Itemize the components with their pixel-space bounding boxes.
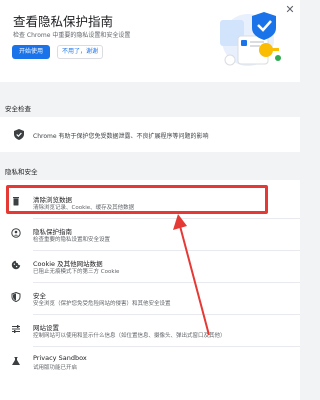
cookie-icon: [11, 260, 21, 270]
no-thanks-button[interactable]: 不用了，谢谢: [57, 45, 103, 59]
row-subtitle: 检查重要的隐私设置和安全设置: [33, 237, 111, 243]
privacy-sandbox-row[interactable]: Privacy Sandbox 试用版功能已开启: [0, 348, 300, 378]
privacy-guide-illustration-icon: [220, 12, 281, 66]
row-title: Privacy Sandbox: [33, 354, 87, 362]
shield-check-icon: [14, 129, 24, 140]
shield-icon: [11, 292, 21, 302]
privacy-guide-icon: [11, 228, 21, 238]
row-subtitle: 安全浏览（保护您免受危险网站的侵害）和其他安全设置: [33, 301, 171, 307]
privacy-security-header: 隐私和安全: [5, 168, 38, 176]
privacy-guide-row[interactable]: 隐私保护指南 检查重要的隐私设置和安全设置: [0, 220, 300, 250]
security-row[interactable]: 安全 安全浏览（保护您免受危险网站的侵害）和其他安全设置: [0, 284, 300, 314]
annotation-highlight-box: [6, 185, 268, 214]
row-subtitle: 已阻止无痕模式下的第三方 Cookie: [33, 269, 120, 275]
divider: [33, 218, 300, 219]
safety-check-header: 安全检查: [5, 105, 31, 113]
site-settings-row[interactable]: 网站设置 控制网站可以使用和显示什么信息（如位置信息、摄像头、弹出式窗口及其他）: [0, 316, 300, 346]
divider: [33, 346, 300, 347]
row-subtitle: 控制网站可以使用和显示什么信息（如位置信息、摄像头、弹出式窗口及其他）: [33, 333, 226, 339]
divider: [33, 250, 300, 251]
divider: [33, 282, 300, 283]
cookies-row[interactable]: Cookie 及其他网站数据 已阻止无痕模式下的第三方 Cookie: [0, 252, 300, 282]
flask-icon: [12, 357, 20, 365]
promo-title: 查看隐私保护指南: [13, 14, 114, 29]
promo-description: 检查 Chrome 中重要的隐私设置和安全设置: [13, 32, 131, 39]
row-subtitle: 试用版功能已开启: [33, 365, 78, 371]
privacy-guide-promo-card: ✕ 查看隐私保护指南 检查 Chrome 中重要的隐私设置和安全设置 开始使用 …: [0, 0, 300, 82]
divider: [33, 314, 300, 315]
safety-check-card[interactable]: Chrome 有助于保护您免受数据泄露、不良扩展程序等问题的影响: [0, 117, 300, 152]
safety-check-text: Chrome 有助于保护您免受数据泄露、不良扩展程序等问题的影响: [33, 133, 209, 140]
start-button[interactable]: 开始使用: [12, 45, 50, 59]
sliders-icon: [12, 325, 20, 333]
close-icon[interactable]: ✕: [284, 4, 296, 16]
